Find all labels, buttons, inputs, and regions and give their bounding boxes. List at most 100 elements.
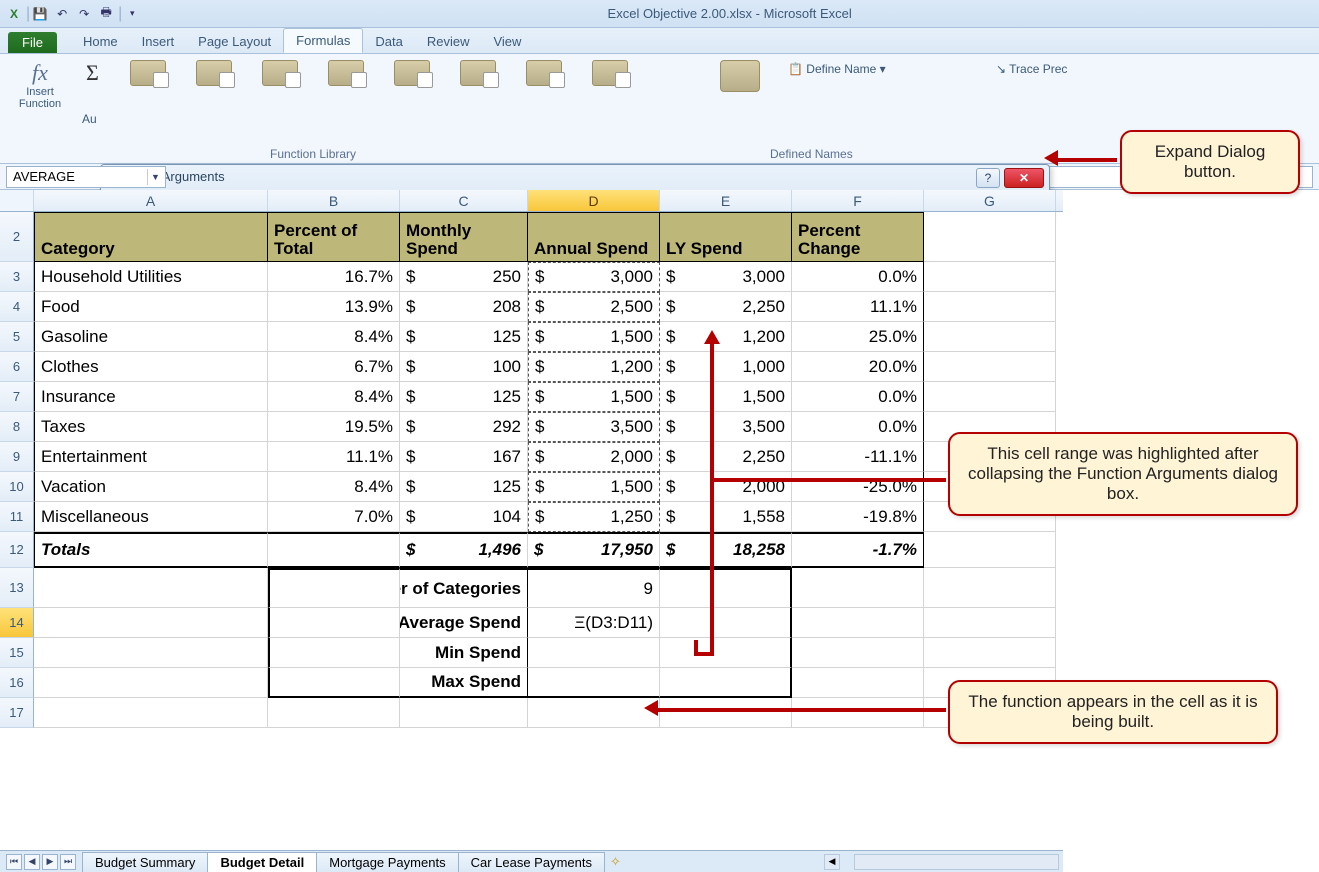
cell-G7[interactable]: [924, 382, 1056, 412]
cell-C13[interactable]: Number of Categories: [400, 568, 528, 608]
cell-F10[interactable]: -25.0%: [792, 472, 924, 502]
tab-review[interactable]: Review: [415, 30, 482, 53]
cell-D6[interactable]: $1,200: [528, 352, 660, 382]
math-trig-icon[interactable]: [526, 60, 562, 86]
cell-A9[interactable]: Entertainment: [34, 442, 268, 472]
cell-D8[interactable]: $3,500: [528, 412, 660, 442]
cell-A14[interactable]: [34, 608, 268, 638]
cell-E15[interactable]: [660, 638, 792, 668]
cell-D11[interactable]: $1,250: [528, 502, 660, 532]
cell-E14[interactable]: [660, 608, 792, 638]
cell-B11[interactable]: 7.0%: [268, 502, 400, 532]
cell-E11[interactable]: $1,558: [660, 502, 792, 532]
cell-C6[interactable]: $100: [400, 352, 528, 382]
cell-D4[interactable]: $2,500: [528, 292, 660, 322]
name-box-dropdown-icon[interactable]: ▼: [147, 169, 163, 185]
cell-B14[interactable]: [268, 608, 400, 638]
cell-B15[interactable]: [268, 638, 400, 668]
worksheet-grid[interactable]: A B C D E F G 2CategoryPercent of TotalM…: [0, 190, 1063, 850]
col-header-A[interactable]: A: [34, 190, 268, 211]
row-header-3[interactable]: 3: [0, 262, 34, 292]
cell-D17[interactable]: [528, 698, 660, 728]
cell-C10[interactable]: $125: [400, 472, 528, 502]
tab-nav-prev[interactable]: ◀: [24, 854, 40, 870]
cell-C8[interactable]: $292: [400, 412, 528, 442]
tab-data[interactable]: Data: [363, 30, 414, 53]
row-header-14[interactable]: 14: [0, 608, 34, 638]
more-functions-icon[interactable]: [592, 60, 628, 86]
sheet-tab-budget-summary[interactable]: Budget Summary: [82, 852, 208, 872]
cell-F4[interactable]: 11.1%: [792, 292, 924, 322]
header-D[interactable]: Annual Spend: [528, 212, 660, 262]
cell-G14[interactable]: [924, 608, 1056, 638]
tab-nav-next[interactable]: ▶: [42, 854, 58, 870]
cell-A10[interactable]: Vacation: [34, 472, 268, 502]
cell-E5[interactable]: $1,200: [660, 322, 792, 352]
row-header-4[interactable]: 4: [0, 292, 34, 322]
hscroll-left[interactable]: ◀: [824, 854, 840, 870]
cell-F9[interactable]: -11.1%: [792, 442, 924, 472]
select-all-corner[interactable]: [0, 190, 34, 211]
cell-A7[interactable]: Insurance: [34, 382, 268, 412]
col-header-D[interactable]: D: [528, 190, 660, 211]
cell-D16[interactable]: [528, 668, 660, 698]
row-header-12[interactable]: 12: [0, 532, 34, 568]
row-header-15[interactable]: 15: [0, 638, 34, 668]
tab-nav-first[interactable]: ⏮: [6, 854, 22, 870]
cell-A17[interactable]: [34, 698, 268, 728]
cell-B5[interactable]: 8.4%: [268, 322, 400, 352]
cell-D7[interactable]: $1,500: [528, 382, 660, 412]
cell-F11[interactable]: -19.8%: [792, 502, 924, 532]
cell-D14[interactable]: Ξ(D3:D11): [528, 608, 660, 638]
cell-D15[interactable]: [528, 638, 660, 668]
row-header-6[interactable]: 6: [0, 352, 34, 382]
col-header-B[interactable]: B: [268, 190, 400, 211]
row-header-7[interactable]: 7: [0, 382, 34, 412]
cell-A13[interactable]: [34, 568, 268, 608]
logical-icon[interactable]: [262, 60, 298, 86]
tab-view[interactable]: View: [481, 30, 533, 53]
cell-E6[interactable]: $1,000: [660, 352, 792, 382]
cell-D3[interactable]: $3,000: [528, 262, 660, 292]
cell-F6[interactable]: 20.0%: [792, 352, 924, 382]
cell-F8[interactable]: 0.0%: [792, 412, 924, 442]
autosum-icon[interactable]: Σ: [86, 60, 99, 86]
cell-G3[interactable]: [924, 262, 1056, 292]
hscroll-track[interactable]: [854, 854, 1059, 870]
cell-A11[interactable]: Miscellaneous: [34, 502, 268, 532]
qat-customize-icon[interactable]: ▾: [122, 4, 142, 24]
cell-B7[interactable]: 8.4%: [268, 382, 400, 412]
cell-G13[interactable]: [924, 568, 1056, 608]
cell-A6[interactable]: Clothes: [34, 352, 268, 382]
cell-C4[interactable]: $208: [400, 292, 528, 322]
cell-G4[interactable]: [924, 292, 1056, 322]
define-name-button[interactable]: 📋 Define Name ▾: [788, 62, 886, 76]
date-time-icon[interactable]: [394, 60, 430, 86]
cell-D5[interactable]: $1,500: [528, 322, 660, 352]
cell-E16[interactable]: [660, 668, 792, 698]
sheet-tab-mortgage-payments[interactable]: Mortgage Payments: [316, 852, 458, 872]
cell-A4[interactable]: Food: [34, 292, 268, 322]
cell-G12[interactable]: [924, 532, 1056, 568]
col-header-C[interactable]: C: [400, 190, 528, 211]
insert-function-button[interactable]: fx Insert Function: [6, 60, 74, 110]
save-icon[interactable]: 💾: [30, 4, 50, 24]
sheet-tab-budget-detail[interactable]: Budget Detail: [207, 852, 317, 872]
cell-B13[interactable]: [268, 568, 400, 608]
cell-E4[interactable]: $2,250: [660, 292, 792, 322]
trace-precedents-button[interactable]: ↘ Trace Prec: [996, 62, 1067, 76]
cell-F14[interactable]: [792, 608, 924, 638]
header-A[interactable]: Category: [34, 212, 268, 262]
cell-A5[interactable]: Gasoline: [34, 322, 268, 352]
cell-D10[interactable]: $1,500: [528, 472, 660, 502]
header-B[interactable]: Percent of Total: [268, 212, 400, 262]
row-header-17[interactable]: 17: [0, 698, 34, 728]
cell-B3[interactable]: 16.7%: [268, 262, 400, 292]
cell-E9[interactable]: $2,250: [660, 442, 792, 472]
cell-B9[interactable]: 11.1%: [268, 442, 400, 472]
cell-B12[interactable]: [268, 532, 400, 568]
row-header-8[interactable]: 8: [0, 412, 34, 442]
cell-G5[interactable]: [924, 322, 1056, 352]
cell-A15[interactable]: [34, 638, 268, 668]
dialog-help-button[interactable]: ?: [976, 168, 1000, 188]
